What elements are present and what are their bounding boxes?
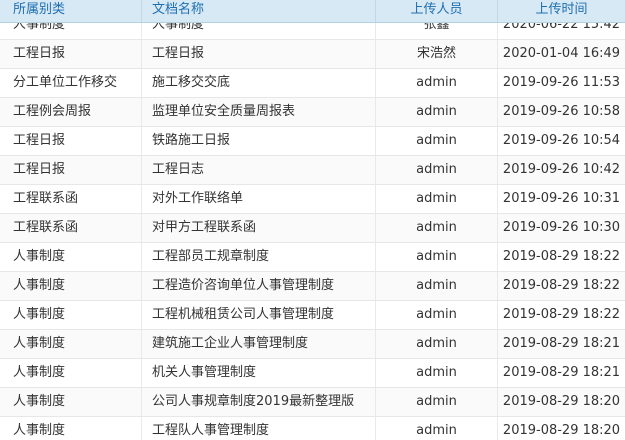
cell-category: 人事制度: [0, 330, 142, 358]
cell-category: 工程联系函: [0, 185, 142, 213]
document-grid: 所属别类 文档名称 上传人员 上传时间 人事制度 人事制度 张鑫 2020-06-22…: [0, 0, 625, 440]
cell-category: 工程联系函: [0, 214, 142, 242]
cell-uploader: admin: [376, 98, 498, 126]
table-row[interactable]: 人事制度 工程队人事管理制度 admin 2019-08-29 18:20: [0, 417, 625, 440]
cell-document-name: 工程造价咨询单位人事管理制度: [142, 272, 376, 300]
cell-upload-time: 2019-09-26 10:54: [502, 133, 621, 148]
cell-upload-time: 2019-09-26 10:31: [502, 191, 621, 206]
cell-document-name: 工程队人事管理制度: [142, 417, 376, 440]
cell-document-name: 公司人事规章制度2019最新整理版: [142, 388, 376, 416]
cell-document-name: 工程日志: [142, 156, 376, 184]
cell-document-name: 机关人事管理制度: [142, 359, 376, 387]
table-row[interactable]: 人事制度 工程机械租赁公司人事管理制度 admin 2019-08-29 18:22: [0, 301, 625, 330]
cell-category: 人事制度: [0, 359, 142, 387]
cell-uploader: admin: [376, 301, 498, 329]
grid-body: 人事制度 人事制度 张鑫 2020-06-22 15:42 工程日报 工程日报 宋浩然 202…: [0, 11, 625, 440]
column-header-uploader[interactable]: 上传人员: [376, 0, 498, 22]
cell-category: 人事制度: [0, 417, 142, 440]
cell-uploader: admin: [376, 127, 498, 155]
cell-upload-time: 2019-09-26 10:42: [502, 162, 621, 177]
cell-uploader: admin: [376, 272, 498, 300]
cell-uploader: admin: [376, 69, 498, 97]
cell-document-name: 施工移交交底: [142, 69, 376, 97]
cell-upload-time: 2019-08-29 18:20: [502, 394, 621, 409]
cell-category: 工程日报: [0, 156, 142, 184]
cell-document-name: 工程部员工规章制度: [142, 243, 376, 271]
cell-category: 工程日报: [0, 40, 142, 68]
cell-uploader: admin: [376, 156, 498, 184]
cell-uploader: admin: [376, 214, 498, 242]
cell-category: 人事制度: [0, 272, 142, 300]
cell-upload-time: 2019-08-29 18:22: [502, 307, 621, 322]
cell-document-name: 工程日报: [142, 40, 376, 68]
table-row[interactable]: 人事制度 建筑施工企业人事管理制度 admin 2019-08-29 18:21: [0, 330, 625, 359]
cell-upload-time: 2020-01-04 16:49: [502, 46, 621, 61]
table-row[interactable]: 工程日报 铁路施工日报 admin 2019-09-26 10:54: [0, 127, 625, 156]
grid-header: 所属别类 文档名称 上传人员 上传时间: [0, 0, 625, 23]
table-row[interactable]: 工程联系函 对甲方工程联系函 admin 2019-09-26 10:30: [0, 214, 625, 243]
cell-uploader: admin: [376, 243, 498, 271]
cell-upload-time: 2019-08-29 18:22: [502, 278, 621, 293]
table-row[interactable]: 人事制度 机关人事管理制度 admin 2019-08-29 18:21: [0, 359, 625, 388]
cell-uploader: admin: [376, 185, 498, 213]
column-header-category[interactable]: 所属别类: [0, 0, 142, 22]
cell-document-name: 铁路施工日报: [142, 127, 376, 155]
table-row[interactable]: 人事制度 公司人事规章制度2019最新整理版 admin 2019-08-29 18:…: [0, 388, 625, 417]
table-row[interactable]: 分工单位工作移交 施工移交交底 admin 2019-09-26 11:53: [0, 69, 625, 98]
table-row[interactable]: 人事制度 工程部员工规章制度 admin 2019-08-29 18:22: [0, 243, 625, 272]
cell-upload-time: 2019-08-29 18:22: [502, 249, 621, 264]
cell-upload-time: 2019-09-26 10:30: [502, 220, 621, 235]
cell-upload-time: 2019-08-29 18:21: [502, 336, 621, 351]
table-row[interactable]: 工程日报 工程日报 宋浩然 2020-01-04 16:49: [0, 40, 625, 69]
cell-document-name: 建筑施工企业人事管理制度: [142, 330, 376, 358]
cell-category: 工程例会周报: [0, 98, 142, 126]
cell-upload-time: 2019-09-26 11:53: [502, 75, 621, 90]
cell-document-name: 对外工作联络单: [142, 185, 376, 213]
table-row[interactable]: 工程日报 工程日志 admin 2019-09-26 10:42: [0, 156, 625, 185]
cell-upload-time: 2019-08-29 18:20: [502, 423, 621, 438]
cell-upload-time: 2019-08-29 18:21: [502, 365, 621, 380]
cell-category: 人事制度: [0, 388, 142, 416]
cell-document-name: 工程机械租赁公司人事管理制度: [142, 301, 376, 329]
cell-upload-time: 2019-09-26 10:58: [502, 104, 621, 119]
cell-category: 分工单位工作移交: [0, 69, 142, 97]
table-row[interactable]: 工程联系函 对外工作联络单 admin 2019-09-26 10:31: [0, 185, 625, 214]
column-header-time[interactable]: 上传时间: [498, 0, 625, 22]
cell-category: 工程日报: [0, 127, 142, 155]
cell-uploader: admin: [376, 417, 498, 440]
table-row[interactable]: 人事制度 工程造价咨询单位人事管理制度 admin 2019-08-29 18:22: [0, 272, 625, 301]
table-row[interactable]: 工程例会周报 监理单位安全质量周报表 admin 2019-09-26 10:58: [0, 98, 625, 127]
cell-uploader: admin: [376, 330, 498, 358]
column-header-name[interactable]: 文档名称: [142, 0, 376, 22]
cell-uploader: 宋浩然: [376, 40, 498, 68]
cell-document-name: 监理单位安全质量周报表: [142, 98, 376, 126]
cell-category: 人事制度: [0, 243, 142, 271]
cell-uploader: admin: [376, 388, 498, 416]
cell-document-name: 对甲方工程联系函: [142, 214, 376, 242]
cell-category: 人事制度: [0, 301, 142, 329]
cell-uploader: admin: [376, 359, 498, 387]
